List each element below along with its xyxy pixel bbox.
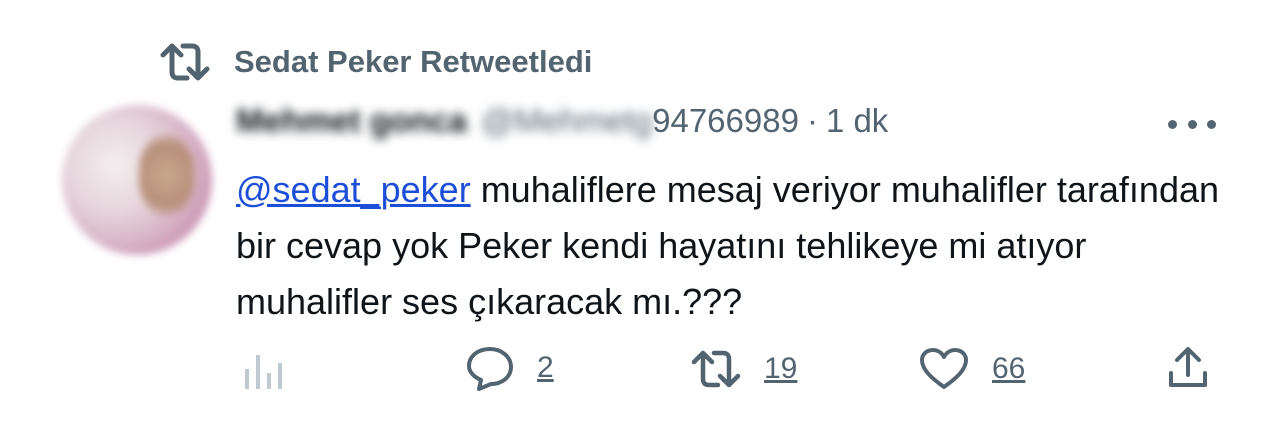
share-button[interactable] bbox=[1165, 345, 1211, 391]
mention-link[interactable]: @sedat_peker bbox=[236, 169, 471, 210]
author-handle-prefix: @Mehmetg bbox=[481, 102, 653, 139]
retweet-context-text[interactable]: Sedat Peker Retweetledi bbox=[234, 44, 592, 80]
retweet-context: Sedat Peker Retweetledi bbox=[160, 40, 592, 84]
author-handle-suffix: 94766989 bbox=[652, 102, 799, 139]
tweet-text: @sedat_peker muhaliflere mesaj veriyor m… bbox=[236, 162, 1236, 330]
analytics-icon bbox=[245, 355, 282, 389]
more-dot bbox=[1187, 119, 1197, 129]
share-icon bbox=[1169, 347, 1207, 387]
retweet-button[interactable]: 19 bbox=[690, 347, 797, 391]
reply-icon bbox=[467, 347, 513, 391]
retweet-icon bbox=[691, 350, 741, 388]
reply-button[interactable]: 2 bbox=[465, 345, 554, 391]
tweet-header: Mehmet gonca @Mehmetg94766989 · 1 dk bbox=[236, 102, 888, 140]
retweet-count[interactable]: 19 bbox=[764, 352, 797, 386]
separator-dot: · bbox=[806, 102, 818, 139]
avatar[interactable] bbox=[62, 105, 212, 255]
timestamp[interactable]: 1 dk bbox=[826, 102, 888, 140]
author-name[interactable]: Mehmet gonca bbox=[236, 102, 467, 140]
like-count[interactable]: 66 bbox=[992, 352, 1025, 386]
more-options-button[interactable] bbox=[1168, 112, 1216, 136]
author-handle[interactable]: @Mehmetg94766989 bbox=[481, 102, 799, 140]
like-button[interactable]: 66 bbox=[918, 347, 1025, 391]
tweet-actions: 2 19 66 bbox=[0, 345, 1280, 395]
retweet-icon bbox=[160, 43, 210, 81]
views-button[interactable] bbox=[242, 349, 284, 391]
more-dot bbox=[1207, 119, 1216, 129]
heart-icon bbox=[920, 348, 968, 389]
reply-count[interactable]: 2 bbox=[537, 351, 554, 385]
more-dot bbox=[1168, 119, 1177, 129]
